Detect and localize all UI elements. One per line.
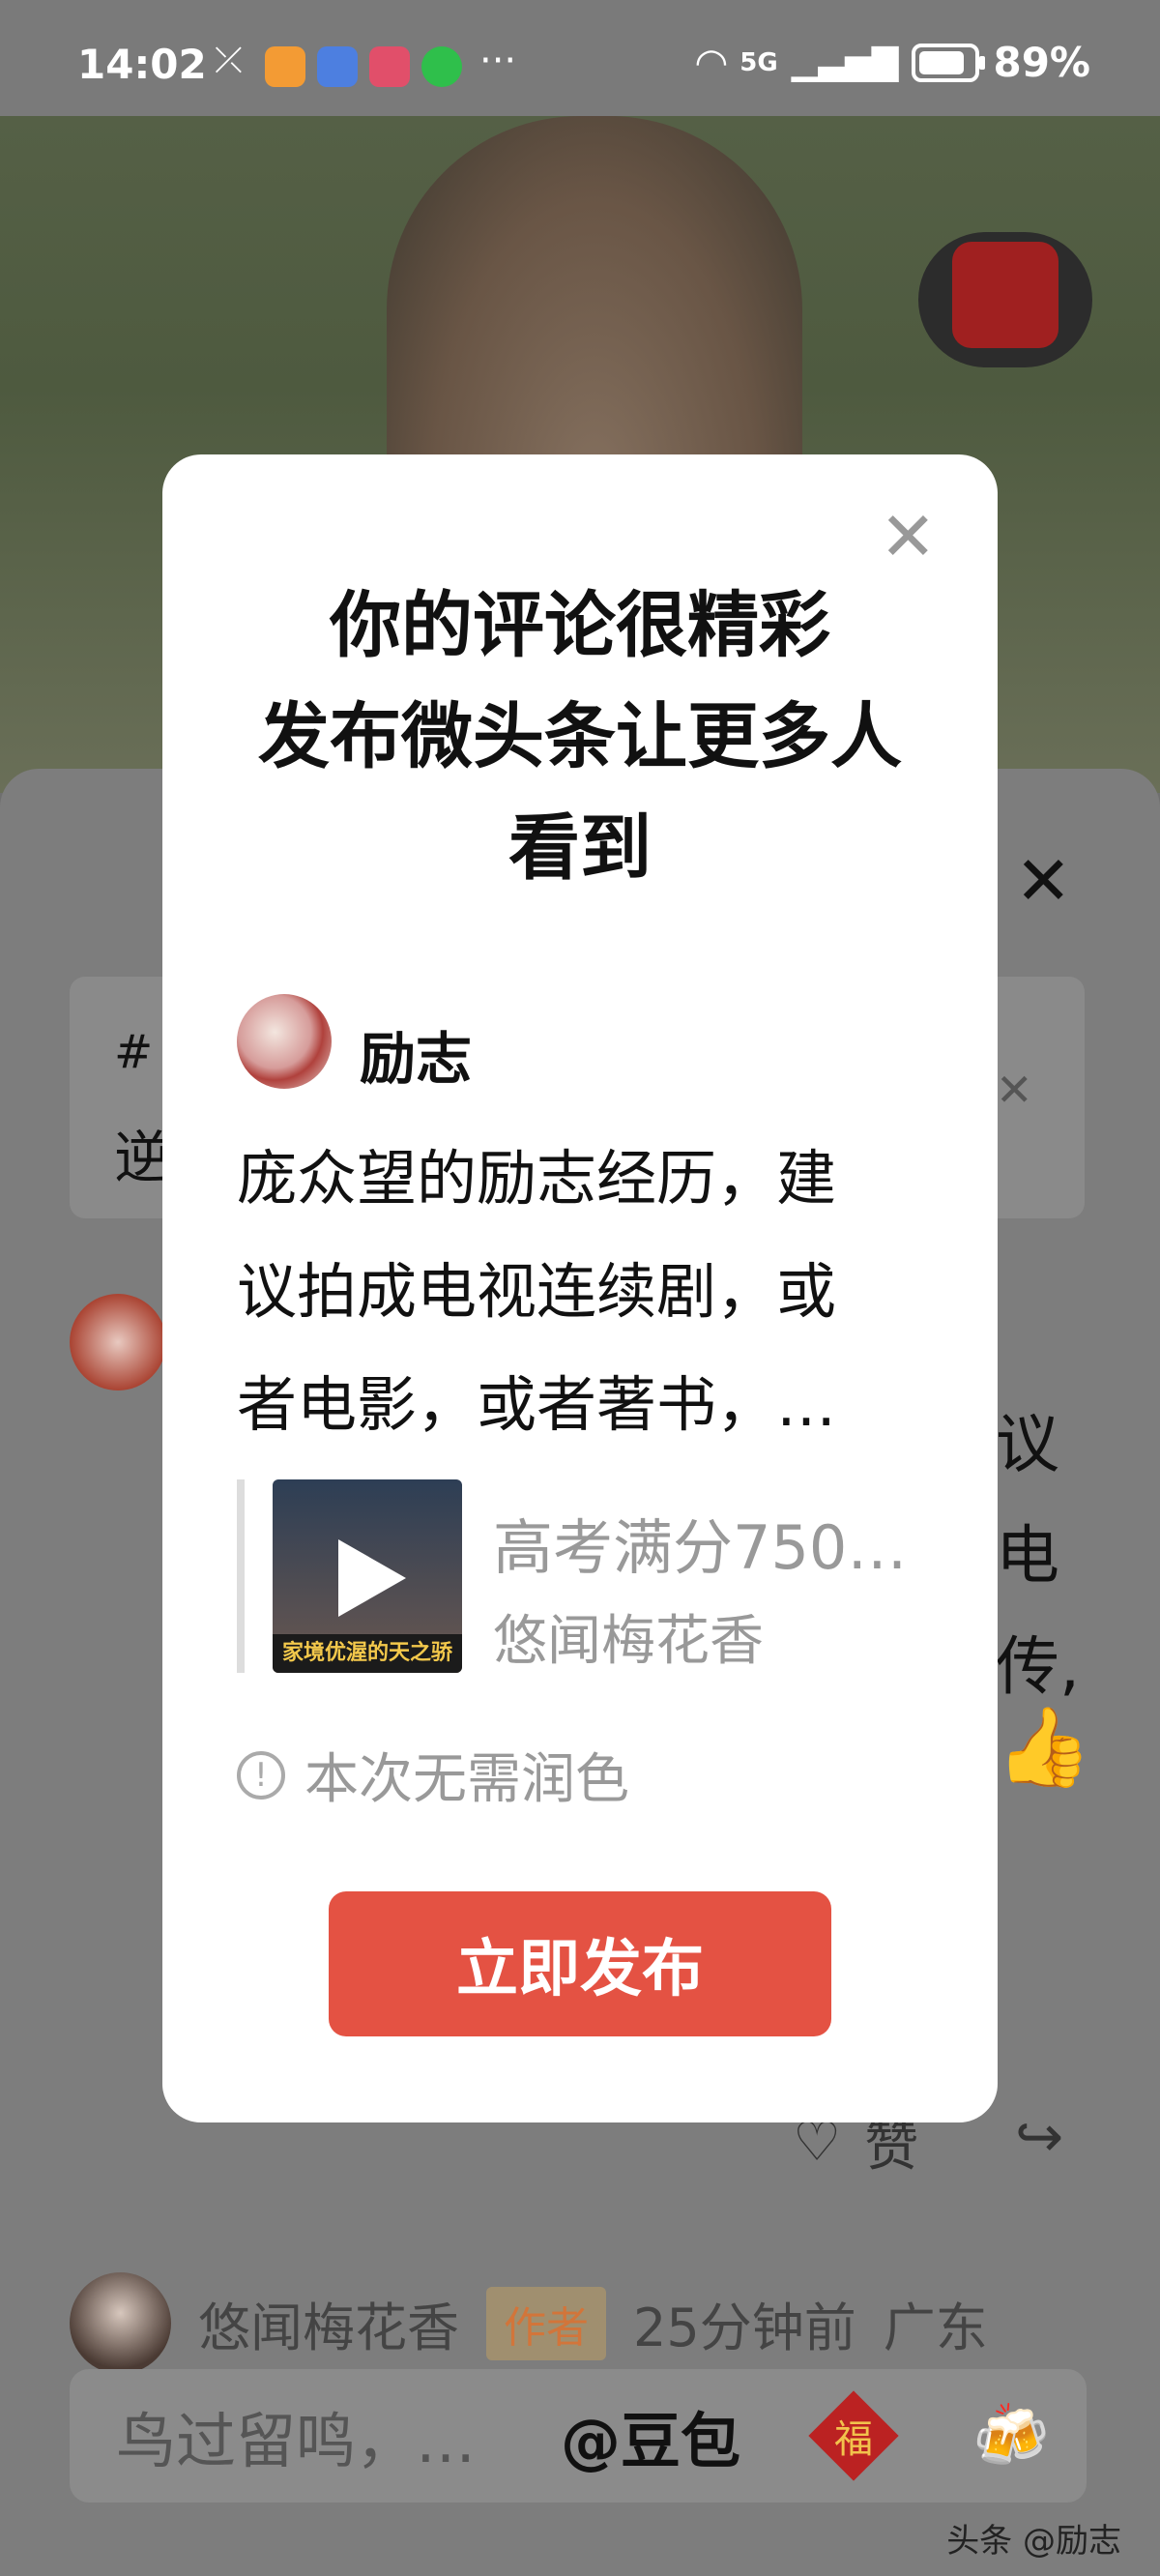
avatar[interactable] bbox=[70, 2272, 171, 2374]
post-text-line: 庞众望的励志经历，建 bbox=[237, 1143, 837, 1214]
wechat-icon bbox=[421, 46, 462, 87]
polish-info-text: 本次无需润色 bbox=[304, 1748, 629, 1811]
watermark: 头条 @励志 bbox=[946, 2522, 1121, 2561]
quote-divider bbox=[237, 1479, 245, 1673]
modal-close-icon[interactable]: ✕ bbox=[880, 503, 937, 571]
avatar[interactable] bbox=[70, 1294, 166, 1390]
sheet-close-icon[interactable]: ✕ bbox=[1015, 841, 1072, 921]
publish-button[interactable]: 立即发布 bbox=[329, 1891, 831, 2036]
floating-gift-icon[interactable] bbox=[918, 232, 1092, 367]
comment-time: 25分钟前 bbox=[633, 2298, 856, 2358]
play-icon bbox=[338, 1539, 406, 1617]
comment-text-fragment: 电 bbox=[996, 1518, 1059, 1593]
app-notification-icon bbox=[369, 46, 410, 87]
post-text: 庞众望的励志经历，建 议拍成电视连续剧，或 者电影，或者著书，… bbox=[237, 1122, 933, 1461]
battery-percent: 89% bbox=[993, 39, 1090, 86]
post-text-line: 者电影，或者著书，… bbox=[237, 1369, 837, 1440]
network-label: 5G bbox=[740, 47, 778, 77]
comment-text-fragment: 议 bbox=[996, 1407, 1059, 1481]
status-right: ◠ 5G ▁▃▅▇ 89% bbox=[697, 39, 1090, 86]
signal-icon: ▁▃▅▇ bbox=[791, 43, 899, 82]
author-name: 励志 bbox=[360, 1026, 473, 1092]
author-badge: 作者 bbox=[486, 2286, 606, 2360]
modal-title-line: 看到 bbox=[508, 806, 652, 890]
video-thumbnail: 家境优渥的天之骄子 bbox=[273, 1479, 462, 1673]
comment-input-bar[interactable]: 鸟过留鸣，… @豆包 福 🍻 bbox=[70, 2369, 1087, 2503]
comment-text-fragment: 传, bbox=[996, 1629, 1080, 1704]
wifi-icon: ◠ bbox=[696, 40, 727, 85]
info-icon: ! bbox=[237, 1750, 285, 1800]
polish-info: ! 本次无需润色 bbox=[237, 1736, 629, 1814]
thumbnail-caption: 家境优渥的天之骄子 bbox=[273, 1634, 462, 1673]
modal-title: 你的评论很精彩 发布微头条让更多人 看到 bbox=[162, 571, 998, 904]
author-avatar bbox=[237, 994, 332, 1089]
topic-close-icon[interactable]: ✕ bbox=[996, 1064, 1033, 1116]
modal-title-line: 发布微头条让更多人 bbox=[258, 695, 902, 778]
app-notification-icon bbox=[317, 46, 358, 87]
topic-icon: # bbox=[114, 1025, 154, 1079]
modal-title-line: 你的评论很精彩 bbox=[330, 584, 830, 667]
app-notification-icon bbox=[265, 46, 305, 87]
beer-emoji-icon[interactable]: 🍻 bbox=[972, 2400, 1050, 2473]
share-icon[interactable]: ↪ bbox=[1015, 2103, 1063, 2171]
quoted-video-author: 悠闻梅花香 bbox=[493, 1610, 764, 1673]
missed-call-icon: ⤫ bbox=[215, 41, 243, 80]
battery-icon bbox=[912, 43, 986, 82]
comment-location: 广东 bbox=[883, 2298, 988, 2358]
quoted-video-title: 高考满分750… bbox=[493, 1512, 908, 1583]
fu-icon[interactable]: 福 bbox=[808, 2390, 899, 2481]
status-bar: 14:02 ⤫ ··· ◠ 5G ▁▃▅▇ 89% bbox=[0, 0, 1160, 116]
thumbs-up-icon: 👍 bbox=[996, 1702, 1092, 1792]
comment-author[interactable]: 悠闻梅花香 bbox=[198, 2285, 459, 2361]
post-text-line: 议拍成电视连续剧，或 bbox=[237, 1256, 837, 1327]
more-notifications-icon: ··· bbox=[479, 39, 517, 83]
mention-doubao-button[interactable]: @豆包 bbox=[561, 2392, 783, 2479]
status-time: 14:02 bbox=[77, 41, 207, 88]
comment-row: 悠闻梅花香 作者 25分钟前 广东 bbox=[70, 2272, 988, 2374]
comment-input[interactable]: 鸟过留鸣，… bbox=[116, 2392, 561, 2479]
